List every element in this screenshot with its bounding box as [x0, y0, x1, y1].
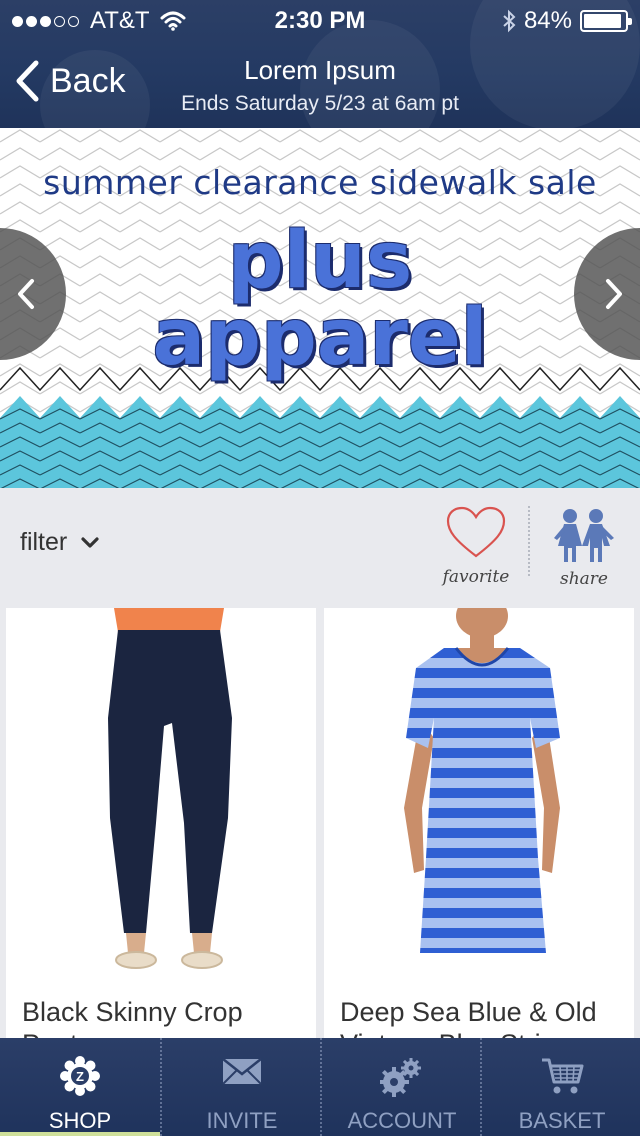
gears-icon — [380, 1058, 421, 1097]
favorite-label: favorite — [442, 567, 510, 587]
svg-text:Z: Z — [76, 1069, 84, 1084]
bluetooth-icon — [502, 9, 516, 33]
back-button[interactable]: Back — [14, 60, 126, 102]
sale-end-date: Ends Saturday 5/23 at 6am pt — [181, 92, 459, 115]
page-title: Lorem Ipsum — [244, 55, 396, 85]
share-people-icon — [554, 509, 614, 562]
top-header: AT&T 2:30 PM 84% Back Lorem Ipsum Ends S… — [0, 0, 640, 128]
banner-title-line2: apparel — [152, 293, 488, 383]
battery-icon — [580, 10, 632, 32]
favorite-button[interactable]: favorite — [440, 506, 512, 587]
share-button[interactable]: share — [548, 508, 620, 589]
sale-banner[interactable]: summer clearance sidewalk sale plus appa… — [0, 128, 640, 488]
product-card[interactable]: Black Skinny Crop Pants — [6, 608, 316, 1048]
tab-shop[interactable]: Z SHOP — [0, 1038, 160, 1136]
tab-label: BASKET — [518, 1108, 606, 1133]
toolbar-divider — [528, 506, 530, 576]
shop-icon: Z — [60, 1056, 100, 1096]
chevron-left-icon — [16, 60, 39, 102]
filter-label: filter — [20, 528, 68, 556]
share-label: share — [560, 569, 608, 589]
tab-account[interactable]: ACCOUNT — [320, 1038, 480, 1136]
status-bar: AT&T 2:30 PM 84% — [0, 0, 640, 40]
chevron-right-icon — [606, 279, 622, 309]
envelope-icon — [222, 1058, 262, 1085]
tab-label: SHOP — [48, 1108, 112, 1133]
battery-percent: 84% — [523, 7, 572, 34]
back-label: Back — [50, 61, 126, 100]
bottom-tab-bar: Z SHOP INVITE ACCOUNT BASKET — [0, 1038, 640, 1136]
filter-bar: filter favorite share — [0, 488, 640, 606]
product-image — [6, 608, 316, 973]
product-image — [324, 608, 634, 973]
basket-icon — [542, 1058, 584, 1094]
tab-basket[interactable]: BASKET — [480, 1038, 640, 1136]
heart-icon — [446, 506, 506, 558]
filter-dropdown[interactable]: filter — [20, 528, 99, 557]
tab-invite[interactable]: INVITE — [160, 1038, 320, 1136]
chevron-left-icon — [18, 279, 34, 309]
chevron-down-icon — [81, 536, 99, 548]
banner-headline: summer clearance sidewalk sale — [43, 163, 597, 202]
tab-label: INVITE — [206, 1108, 278, 1133]
tab-label: ACCOUNT — [347, 1108, 457, 1133]
product-card[interactable]: Deep Sea Blue & Old Vintage Blue Stripe — [324, 608, 634, 1048]
